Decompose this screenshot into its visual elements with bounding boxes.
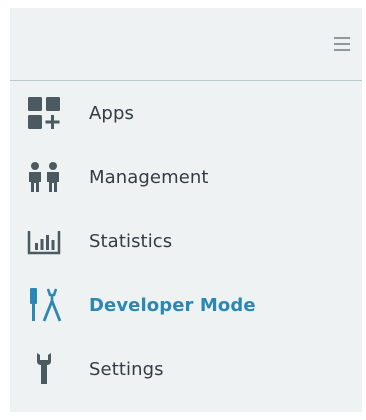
- sidebar-nav: Apps Management Statistics Developer Mod…: [10, 81, 362, 401]
- sidebar-item-label: Settings: [89, 358, 164, 380]
- sidebar-item-label: Apps: [89, 102, 134, 124]
- sidebar-item-apps[interactable]: Apps: [10, 81, 362, 145]
- sidebar-item-statistics[interactable]: Statistics: [10, 209, 362, 273]
- users-icon: [24, 157, 64, 197]
- hamburger-icon[interactable]: [334, 37, 350, 51]
- sidebar-panel: Apps Management Statistics Developer Mod…: [10, 8, 362, 412]
- sidebar-header: [10, 8, 362, 81]
- wrench-icon: [24, 349, 64, 389]
- tools-icon: [24, 285, 64, 325]
- sidebar-item-label: Statistics: [89, 230, 173, 252]
- sidebar-item-settings[interactable]: Settings: [10, 337, 362, 401]
- sidebar-item-management[interactable]: Management: [10, 145, 362, 209]
- apps-grid-icon: [24, 93, 64, 133]
- bar-chart-icon: [24, 221, 64, 261]
- sidebar-item-label: Management: [89, 166, 209, 188]
- sidebar-item-developer-mode[interactable]: Developer Mode: [10, 273, 362, 337]
- sidebar-item-label: Developer Mode: [89, 294, 256, 316]
- app-frame: Apps Management Statistics Developer Mod…: [0, 0, 366, 420]
